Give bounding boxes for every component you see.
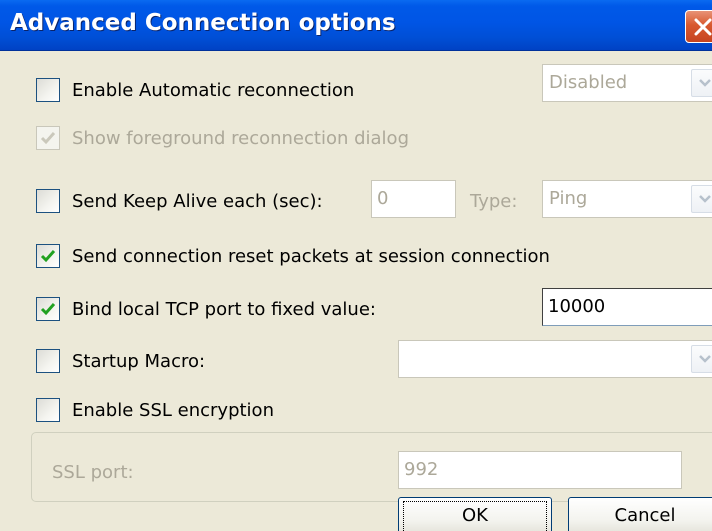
chevron-down-icon [699, 79, 711, 87]
ssl-label: Enable SSL encryption [72, 400, 274, 421]
ssl-checkbox[interactable] [36, 398, 60, 422]
close-button[interactable] [685, 10, 712, 43]
keep-alive-checkbox[interactable] [36, 189, 60, 213]
keep-alive-type-value: Ping [549, 188, 588, 209]
window-title: Advanced Connection options [10, 10, 396, 36]
ssl-option[interactable]: Enable SSL encryption [36, 398, 296, 428]
reset-packets-option[interactable]: Send connection reset packets at session… [36, 244, 596, 274]
title-bar[interactable]: Advanced Connection options [0, 0, 712, 51]
reconnect-mode-value: Disabled [549, 72, 628, 93]
ok-button-label: OK [462, 505, 488, 526]
close-icon [694, 18, 712, 36]
reconnect-mode-dropdown-button[interactable] [691, 69, 712, 97]
check-icon [40, 132, 56, 145]
cancel-button-label: Cancel [614, 505, 676, 526]
reset-packets-checkbox[interactable] [36, 244, 60, 268]
auto-reconnect-label: Enable Automatic reconnection [72, 80, 355, 101]
bind-port-checkbox[interactable] [36, 297, 60, 321]
check-icon [40, 250, 56, 263]
ok-button[interactable]: OK [398, 497, 552, 531]
keep-alive-type-dropdown-button[interactable] [691, 185, 712, 213]
dialog-window: Advanced Connection options Enable Autom… [0, 0, 712, 531]
keep-alive-option[interactable]: Send Keep Alive each (sec): [36, 189, 366, 219]
keep-alive-label: Send Keep Alive each (sec): [72, 191, 323, 212]
keep-alive-type-select[interactable]: Ping [542, 180, 712, 218]
ssl-port-field[interactable]: 992 [398, 451, 682, 489]
startup-macro-option[interactable]: Startup Macro: [36, 349, 276, 379]
ssl-port-label: SSL port: [52, 462, 134, 483]
check-icon [40, 303, 56, 316]
startup-macro-select[interactable] [398, 340, 712, 378]
startup-macro-dropdown-button[interactable] [691, 345, 712, 373]
auto-reconnect-checkbox[interactable] [36, 78, 60, 102]
chevron-down-icon [699, 195, 711, 203]
auto-reconnect-option[interactable]: Enable Automatic reconnection [36, 78, 366, 108]
bind-port-option[interactable]: Bind local TCP port to fixed value: [36, 297, 416, 327]
bind-port-field[interactable]: 10000 [542, 288, 712, 326]
startup-macro-checkbox[interactable] [36, 349, 60, 373]
chevron-down-icon [699, 355, 711, 363]
keep-alive-seconds-field[interactable]: 0 [371, 180, 456, 218]
reconnect-mode-select[interactable]: Disabled [542, 64, 712, 102]
cancel-button[interactable]: Cancel [568, 497, 712, 531]
bind-port-label: Bind local TCP port to fixed value: [72, 299, 376, 320]
keep-alive-type-label: Type: [470, 191, 518, 212]
show-fg-dialog-label: Show foreground reconnection dialog [72, 128, 409, 149]
startup-macro-label: Startup Macro: [72, 351, 206, 372]
show-fg-dialog-checkbox [36, 126, 60, 150]
reset-packets-label: Send connection reset packets at session… [72, 246, 550, 267]
show-fg-dialog-option: Show foreground reconnection dialog [36, 126, 446, 156]
